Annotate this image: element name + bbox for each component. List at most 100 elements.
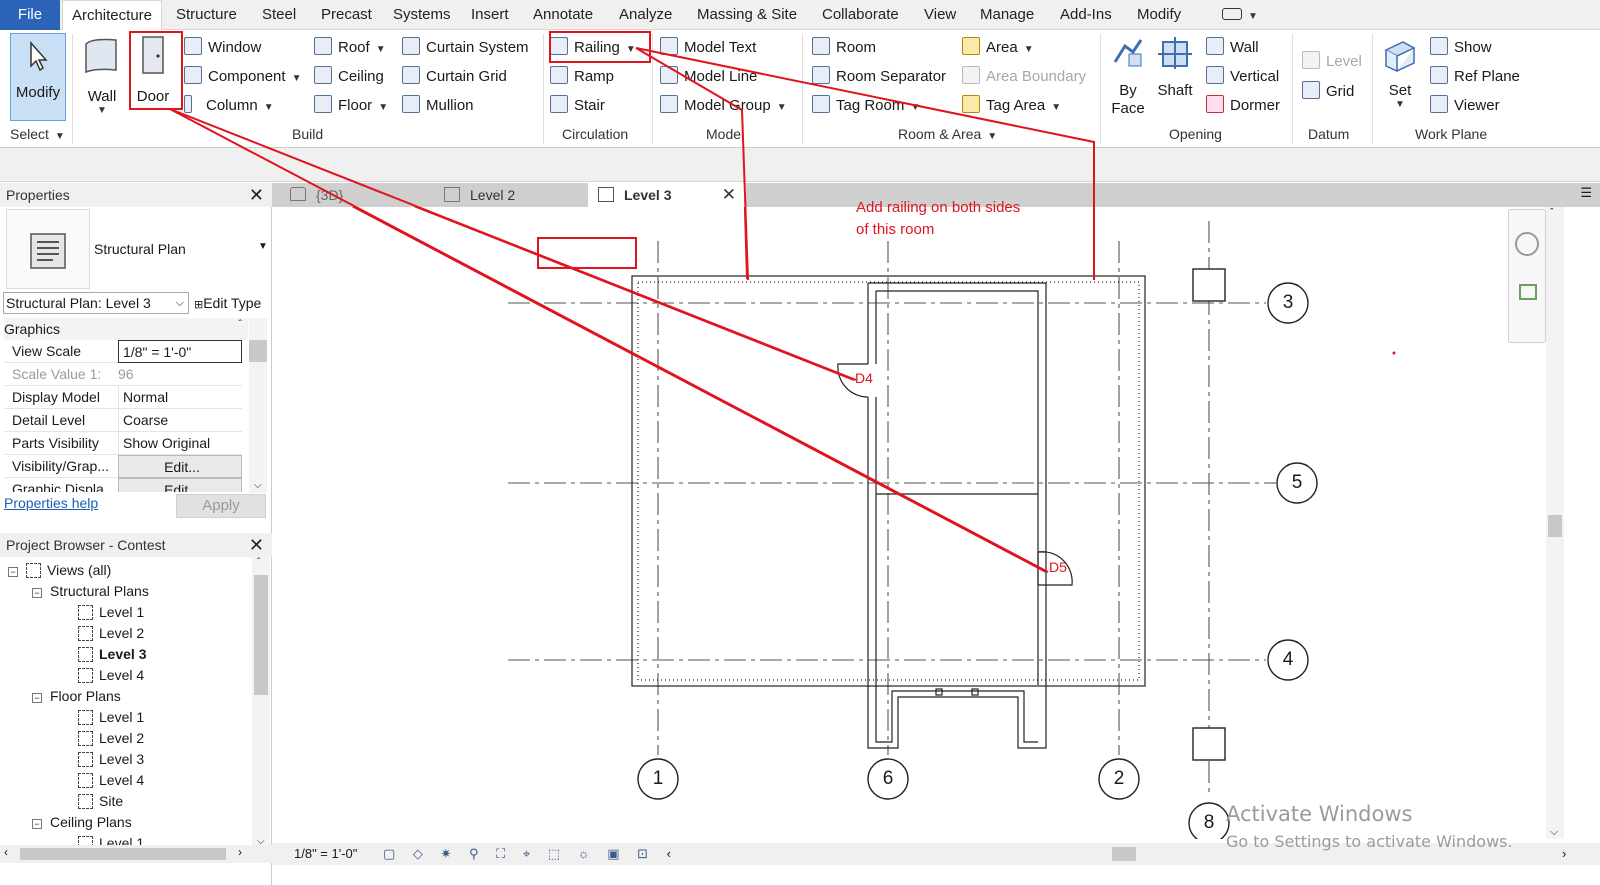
- show-button[interactable]: Show: [1430, 36, 1492, 60]
- tab-insert[interactable]: Insert: [471, 0, 509, 30]
- tree-views-all[interactable]: − Views (all): [8, 560, 111, 581]
- tab-add-ins[interactable]: Add-Ins: [1060, 0, 1112, 30]
- tab-massing-site[interactable]: Massing & Site: [697, 0, 797, 30]
- ref-plane-button[interactable]: Ref Plane: [1430, 65, 1520, 89]
- component-button[interactable]: Component ▼: [184, 65, 301, 89]
- tree-item[interactable]: Site: [78, 791, 123, 812]
- visibility-edit-button[interactable]: Edit...: [118, 455, 242, 478]
- model-group-button[interactable]: Model Group ▼: [660, 94, 787, 118]
- type-selector-name[interactable]: Structural Plan: [94, 241, 186, 257]
- select-panel-label[interactable]: Select ▼: [10, 126, 65, 142]
- room-separator-button[interactable]: Room Separator: [812, 65, 946, 89]
- curtain-system-button[interactable]: Curtain System: [402, 36, 529, 60]
- tree-item[interactable]: Level 4: [78, 665, 144, 686]
- tree-item[interactable]: Level 4: [78, 770, 144, 791]
- tab-level-3[interactable]: Level 3 ✕: [588, 183, 746, 207]
- tab-systems[interactable]: Systems: [393, 0, 451, 30]
- tag-room-button[interactable]: Tag Room ▼: [812, 94, 920, 118]
- door-tag-d4[interactable]: D4: [855, 370, 873, 386]
- prop-value[interactable]: Coarse: [118, 409, 242, 432]
- tab-analyze[interactable]: Analyze: [619, 0, 672, 30]
- room-area-panel-label[interactable]: Room & Area ▼: [898, 126, 997, 142]
- column-button[interactable]: Column ▼: [184, 94, 274, 118]
- ceiling-button[interactable]: Ceiling: [314, 65, 384, 89]
- floor-button[interactable]: Floor ▼: [314, 94, 388, 118]
- shaft-button[interactable]: Shaft: [1154, 36, 1196, 99]
- door-tag-d5[interactable]: D5: [1049, 559, 1067, 575]
- vertical-opening-button[interactable]: Vertical: [1206, 65, 1279, 89]
- prop-value[interactable]: Normal: [118, 386, 242, 409]
- tree-item[interactable]: Level 2: [78, 623, 144, 644]
- tab-annotate[interactable]: Annotate: [533, 0, 593, 30]
- modify-button[interactable]: Modify: [10, 33, 66, 121]
- file-tab[interactable]: File: [0, 0, 60, 30]
- model-line-button[interactable]: Model Line: [660, 65, 757, 89]
- tab-steel[interactable]: Steel: [262, 0, 296, 30]
- tree-item[interactable]: Level 3: [78, 749, 144, 770]
- wall-button[interactable]: Wall ▼: [80, 34, 124, 122]
- zoom-icon[interactable]: [1519, 284, 1537, 300]
- roof-button[interactable]: Roof ▼: [314, 36, 386, 60]
- by-face-button[interactable]: By Face: [1108, 36, 1148, 118]
- view-control-icons[interactable]: ▢ ◇ ✷ ⚲ ⛶ ⌖ ⬚ ☼ ▣ ⊡: [383, 846, 655, 861]
- mullion-button[interactable]: Mullion: [402, 94, 474, 118]
- drawing-canvas[interactable]: Add railing on both sides of this room D…: [272, 199, 1600, 839]
- model-text-button[interactable]: Model Text: [660, 36, 756, 60]
- stair-button[interactable]: Stair: [550, 94, 605, 118]
- ramp-button[interactable]: Ramp: [550, 65, 614, 89]
- tab-view[interactable]: View: [924, 0, 956, 30]
- room-button[interactable]: Room: [812, 36, 876, 60]
- dormer-button[interactable]: Dormer: [1206, 94, 1280, 118]
- close-icon[interactable]: ✕: [249, 183, 264, 207]
- view-scale-control[interactable]: 1/8" = 1'-0": [294, 846, 357, 861]
- tab-structure[interactable]: Structure: [176, 0, 237, 30]
- area-button[interactable]: Area ▼: [962, 36, 1034, 60]
- chevron-down-icon[interactable]: ▼: [258, 241, 268, 252]
- tree-floor-plans[interactable]: − Floor Plans: [32, 686, 121, 707]
- door-button[interactable]: Door: [130, 34, 176, 122]
- level-button[interactable]: Level: [1302, 50, 1362, 74]
- tree-structural-plans[interactable]: − Structural Plans: [32, 581, 149, 602]
- tab-manage[interactable]: Manage: [980, 0, 1034, 30]
- tab-menu-icon[interactable]: ☰: [1580, 185, 1592, 201]
- tab-modify[interactable]: Modify: [1137, 0, 1181, 30]
- tab-collaborate[interactable]: Collaborate: [822, 0, 899, 30]
- prop-value[interactable]: Show Original: [118, 432, 242, 455]
- grid-button[interactable]: Grid: [1302, 80, 1354, 104]
- browser-scrollbar[interactable]: ˆ ⌵: [252, 557, 270, 847]
- graphic-display-edit-button[interactable]: Edit...: [118, 478, 242, 492]
- tab-architecture[interactable]: Architecture: [62, 0, 162, 30]
- apply-button[interactable]: Apply: [176, 494, 266, 518]
- close-icon[interactable]: ✕: [249, 533, 264, 557]
- wall-opening-button[interactable]: Wall: [1206, 36, 1259, 60]
- instance-selector[interactable]: Structural Plan: Level 3 ⌵: [3, 292, 189, 314]
- view-scale-input[interactable]: 1/8" = 1'-0": [118, 340, 242, 363]
- window-button[interactable]: Window: [184, 36, 261, 60]
- steering-wheel-icon[interactable]: [1515, 232, 1539, 256]
- railing-button[interactable]: Railing ▼: [550, 36, 636, 60]
- browser-hscroll[interactable]: ‹ ›: [0, 845, 272, 863]
- tab-level-2[interactable]: Level 2: [434, 183, 515, 207]
- tree-ceiling-plans[interactable]: − Ceiling Plans: [32, 812, 132, 833]
- tree-item[interactable]: Level 1: [78, 707, 144, 728]
- panel-toggle-button[interactable]: ▼: [1222, 0, 1258, 30]
- tree-item-active[interactable]: Level 3: [78, 644, 146, 665]
- set-button[interactable]: Set ▼: [1380, 38, 1420, 110]
- properties-help-link[interactable]: Properties help: [4, 495, 98, 511]
- properties-scrollbar[interactable]: ⌵: [249, 318, 267, 493]
- tab-3d[interactable]: {3D}: [280, 183, 343, 207]
- canvas-hscroll-thumb[interactable]: [1112, 847, 1136, 861]
- viewer-button[interactable]: Viewer: [1430, 94, 1500, 118]
- chevron-left-icon[interactable]: ‹: [667, 846, 671, 861]
- chevron-right-icon[interactable]: ›: [1562, 843, 1566, 865]
- area-boundary-button[interactable]: Area Boundary: [962, 65, 1086, 89]
- group-header-graphics[interactable]: Graphics ˆ: [4, 318, 248, 340]
- close-icon[interactable]: ✕: [722, 183, 736, 207]
- edit-type-button[interactable]: ⊞Edit Type: [194, 292, 261, 316]
- tree-item[interactable]: Level 1: [78, 602, 144, 623]
- tree-item[interactable]: Level 2: [78, 728, 144, 749]
- canvas-vscroll[interactable]: ˆ ⌵: [1546, 207, 1564, 839]
- tab-precast[interactable]: Precast: [321, 0, 372, 30]
- curtain-grid-button[interactable]: Curtain Grid: [402, 65, 507, 89]
- tag-area-button[interactable]: Tag Area ▼: [962, 94, 1061, 118]
